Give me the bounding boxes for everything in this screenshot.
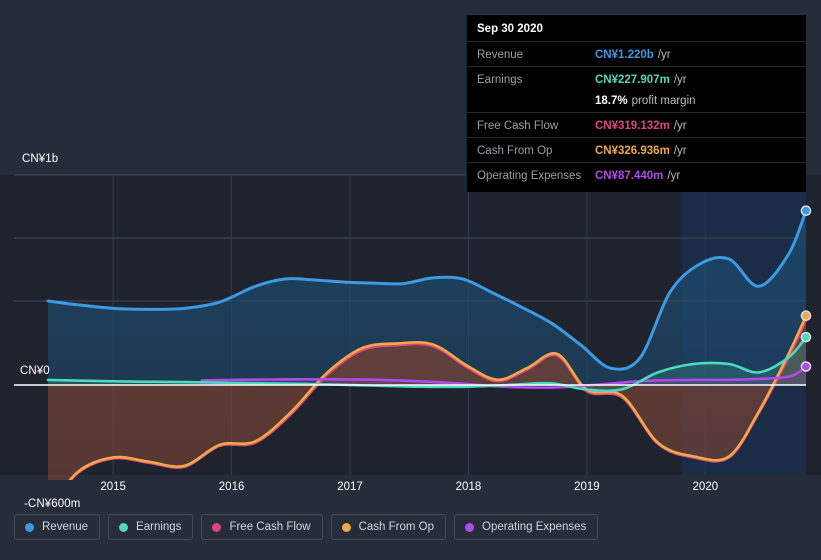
tooltip-row-value: CN¥319.132m — [595, 120, 670, 132]
tooltip-row-unit: /yr — [657, 49, 671, 61]
financial-performance-chart: CN¥1b CN¥0 -CN¥600m 2015 2016 2017 2018 2019 202… — [0, 0, 821, 560]
tooltip-row-label: Earnings — [477, 74, 523, 86]
legend-item-label: Operating Expenses — [482, 521, 587, 533]
tooltip-date: Sep 30 2020 — [477, 23, 543, 35]
legend-item-label: Free Cash Flow — [229, 521, 311, 533]
legend-item-label: Cash From Op — [358, 521, 435, 533]
tooltip-row-value-wrap: CN¥326.936m/yr — [595, 141, 687, 159]
endpoint-marker-operating-expenses[interactable] — [800, 361, 812, 372]
tooltip-row: 18.7% profit margin — [467, 91, 806, 112]
legend-color-dot-icon — [465, 522, 475, 532]
legend-color-dot-icon — [119, 522, 129, 532]
tooltip-row-label: Cash From Op — [477, 145, 553, 157]
endpoint-marker-cash-from-op[interactable] — [800, 310, 812, 322]
tooltip-row: Revenue CN¥1.220b/yr — [467, 41, 806, 66]
tooltip-row-label: Revenue — [477, 49, 524, 61]
legend-item-free-cash-flow[interactable]: Free Cash Flow — [201, 514, 323, 540]
tooltip-row-value: CN¥227.907m — [595, 74, 670, 86]
x-axis-tick-label: 2019 — [574, 481, 600, 493]
tooltip-row-unit: profit margin — [631, 95, 696, 107]
y-axis-tick-label: -CN¥600m — [24, 498, 81, 510]
tooltip-row-label: Operating Expenses — [477, 170, 582, 182]
data-tooltip: Sep 30 2020 Revenue CN¥1.220b/yr Earnings C… — [466, 14, 806, 192]
x-axis-tick-label: 2020 — [692, 481, 719, 493]
tooltip-row: Operating Expenses CN¥87.440m/yr — [467, 162, 806, 187]
tooltip-row-value-wrap: 18.7% profit margin — [595, 91, 696, 109]
x-axis-tick-label: 2017 — [337, 481, 363, 493]
legend-color-dot-icon — [212, 522, 222, 532]
tooltip-row-label: Free Cash Flow — [477, 120, 559, 132]
x-axis-tick-label: 2016 — [218, 481, 245, 493]
endpoint-marker-revenue[interactable] — [800, 205, 812, 216]
tooltip-row-value-wrap: CN¥87.440m/yr — [595, 166, 680, 184]
tooltip-row-unit: /yr — [667, 170, 681, 182]
x-axis-tick-label: 2018 — [455, 481, 482, 493]
tooltip-row-unit: /yr — [673, 74, 687, 86]
tooltip-row-value-wrap: CN¥227.907m/yr — [595, 70, 687, 88]
tooltip-row-value-wrap: CN¥319.132m/yr — [595, 116, 687, 134]
legend-color-dot-icon — [341, 522, 351, 532]
x-axis-tick-label: 2015 — [100, 481, 126, 493]
tooltip-row: Free Cash Flow CN¥319.132m/yr — [467, 112, 806, 137]
legend-item-earnings[interactable]: Earnings — [108, 514, 194, 540]
tooltip-row-value: CN¥326.936m — [595, 145, 670, 157]
tooltip-row-value: CN¥1.220b — [595, 49, 654, 61]
chart-legend[interactable]: Revenue Earnings Free Cash Flow Cash From O… — [14, 514, 599, 540]
tooltip-row: Earnings CN¥227.907m/yr — [467, 66, 806, 91]
legend-item-cash-from-op[interactable]: Cash From Op — [330, 514, 447, 540]
legend-item-revenue[interactable]: Revenue — [14, 514, 101, 540]
legend-item-label: Revenue — [42, 521, 89, 533]
legend-color-dot-icon — [25, 522, 34, 532]
y-axis-tick-label: CN¥0 — [20, 365, 50, 377]
tooltip-row-value: 18.7% — [595, 95, 628, 107]
tooltip-row-unit: /yr — [673, 120, 687, 132]
tooltip-row-unit: /yr — [673, 145, 687, 157]
tooltip-rows: Revenue CN¥1.220b/yr Earnings CN¥227.907m/y… — [467, 41, 806, 187]
tooltip-row-value: CN¥87.440m — [595, 170, 664, 182]
legend-item-operating-expenses[interactable]: Operating Expenses — [454, 514, 599, 540]
y-axis-tick-label: CN¥1b — [22, 153, 59, 165]
tooltip-row: Cash From Op CN¥326.936m/yr — [467, 137, 806, 162]
tooltip-row-value-wrap: CN¥1.220b/yr — [595, 45, 671, 63]
endpoint-marker-earnings[interactable] — [800, 331, 812, 343]
legend-item-label: Earnings — [136, 521, 182, 533]
